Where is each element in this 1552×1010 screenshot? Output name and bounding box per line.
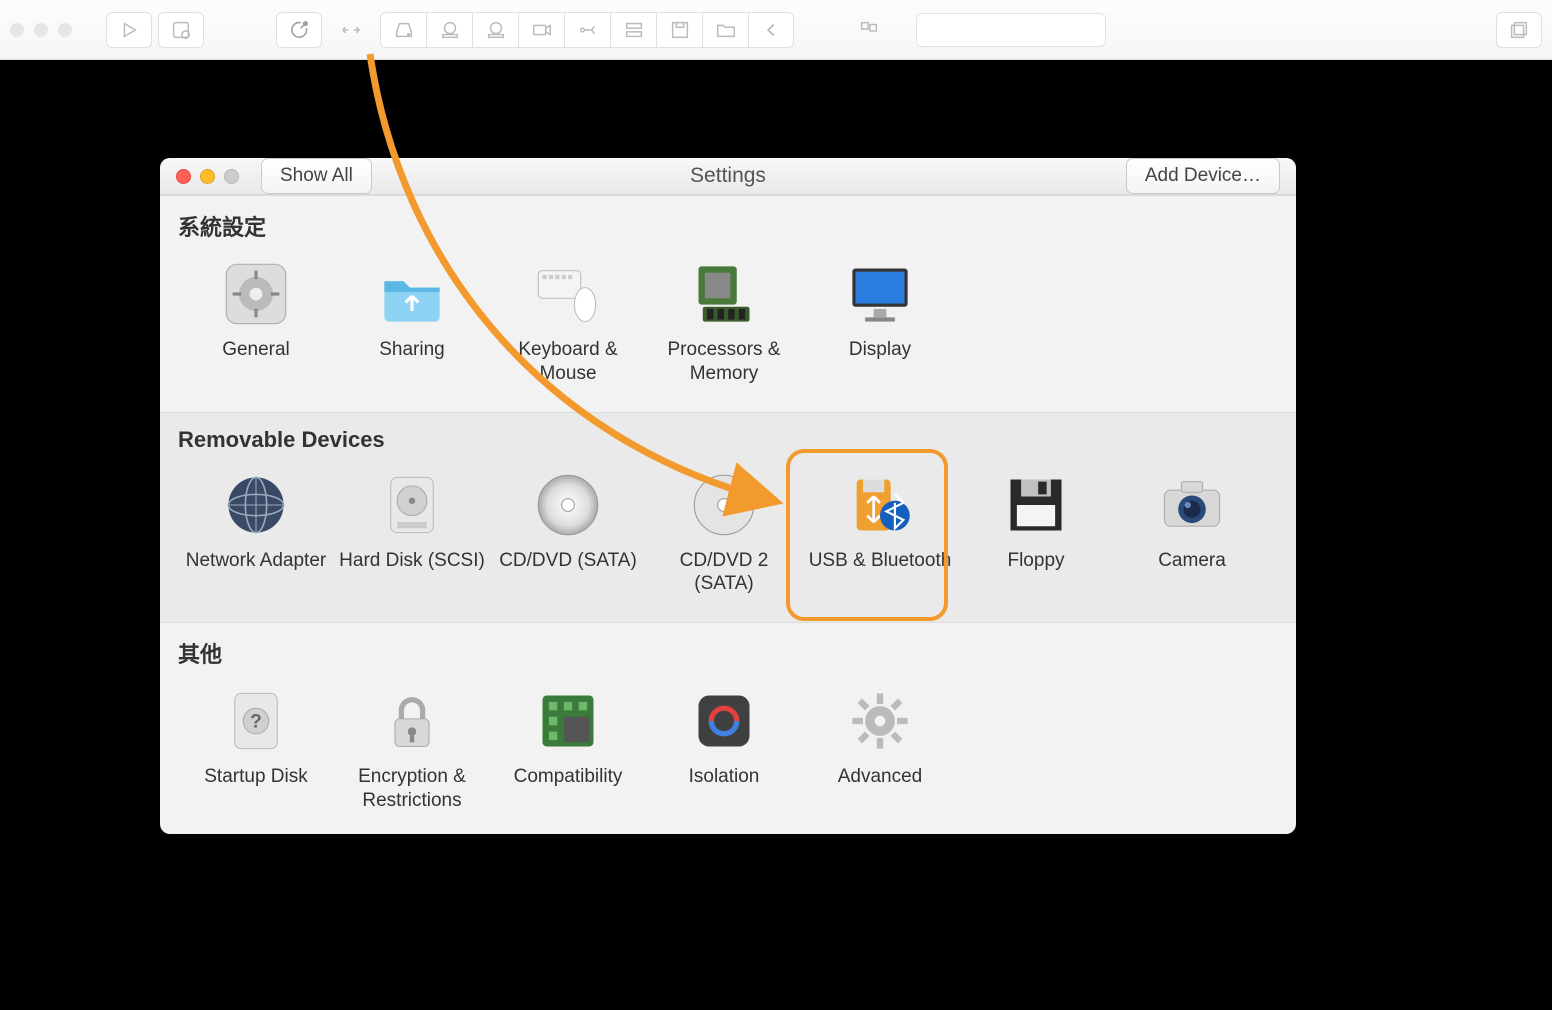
item-label: Startup Disk: [182, 765, 330, 789]
item-label: Display: [806, 338, 954, 362]
camera-icon[interactable]: [518, 12, 564, 48]
lock-icon: [376, 685, 448, 757]
server-icon[interactable]: [610, 12, 656, 48]
usb-icon[interactable]: [564, 12, 610, 48]
network-adapter-item[interactable]: Network Adapter: [178, 463, 334, 605]
folder-share-icon: [376, 258, 448, 330]
keyboard-mouse-icon: [532, 258, 604, 330]
item-label: General: [182, 338, 330, 362]
harddisk-icon: [376, 469, 448, 541]
compatibility-item[interactable]: Compatibility: [490, 679, 646, 821]
cpu-ram-icon: [688, 258, 760, 330]
window-control-dot: [34, 23, 48, 37]
floppy-item[interactable]: Floppy: [958, 463, 1114, 605]
disc-icon[interactable]: [472, 12, 518, 48]
snapshot-button[interactable]: [158, 12, 204, 48]
window-titlebar: Show All Settings Add Device…: [160, 158, 1296, 195]
windows-icon[interactable]: [846, 12, 892, 48]
gear-icon: [220, 258, 292, 330]
display-icon: [844, 258, 916, 330]
multiwindow-button[interactable]: [1496, 12, 1542, 48]
usb-bluetooth-icon: [844, 469, 916, 541]
gear-adv-icon: [844, 685, 916, 757]
cd-dvd-item[interactable]: CD/DVD (SATA): [490, 463, 646, 605]
sharing-item[interactable]: Sharing: [334, 252, 490, 394]
settings-window: Show All Settings Add Device… 系統設定 Gener…: [160, 158, 1296, 834]
cd-dvd-2-item[interactable]: CD/DVD 2 (SATA): [646, 463, 802, 605]
section-title: 其他: [178, 637, 1278, 669]
item-label: CD/DVD (SATA): [494, 549, 642, 573]
camera-icon: [1156, 469, 1228, 541]
isolation-item[interactable]: Isolation: [646, 679, 802, 821]
section-system: 系統設定 General Sharing Keyboard & Mouse Pr…: [160, 195, 1296, 412]
chevron-left-icon[interactable]: [748, 12, 794, 48]
item-label: Sharing: [338, 338, 486, 362]
network-icon: [220, 469, 292, 541]
camera-item[interactable]: Camera: [1114, 463, 1270, 605]
window-control-dot: [10, 23, 24, 37]
section-other: 其他 ? Startup Disk Encryption & Restricti…: [160, 622, 1296, 834]
startup-disk-item[interactable]: ? Startup Disk: [178, 679, 334, 821]
item-label: Network Adapter: [182, 549, 330, 573]
general-item[interactable]: General: [178, 252, 334, 394]
circuit-icon: [532, 685, 604, 757]
floppy-icon[interactable]: [656, 12, 702, 48]
processors-memory-item[interactable]: Processors & Memory: [646, 252, 802, 394]
section-title: Removable Devices: [178, 427, 1278, 453]
floppy-icon: [1000, 469, 1072, 541]
hard-disk-item[interactable]: Hard Disk (SCSI): [334, 463, 490, 605]
advanced-item[interactable]: Advanced: [802, 679, 958, 821]
disc-icon: [688, 469, 760, 541]
item-label: Floppy: [962, 549, 1110, 573]
search-input[interactable]: [916, 13, 1106, 47]
harddisk-icon[interactable]: [380, 12, 426, 48]
close-button[interactable]: [176, 169, 191, 184]
section-removable-devices: Removable Devices Network Adapter Hard D…: [160, 412, 1296, 623]
device-button-group: [380, 12, 794, 48]
add-device-button[interactable]: Add Device…: [1126, 158, 1280, 194]
zoom-button[interactable]: [224, 169, 239, 184]
item-label: Hard Disk (SCSI): [338, 549, 486, 573]
app-toolbar: [0, 0, 1552, 60]
encryption-restrictions-item[interactable]: Encryption & Restrictions: [334, 679, 490, 821]
usb-bluetooth-item[interactable]: USB & Bluetooth: [802, 463, 958, 605]
disc-icon[interactable]: [426, 12, 472, 48]
item-label: Encryption & Restrictions: [338, 765, 486, 813]
display-item[interactable]: Display: [802, 252, 958, 394]
window-control-dot: [58, 23, 72, 37]
item-label: Keyboard & Mouse: [494, 338, 642, 386]
section-title: 系統設定: [178, 210, 1278, 242]
item-label: Compatibility: [494, 765, 642, 789]
item-label: CD/DVD 2 (SATA): [650, 549, 798, 597]
svg-text:?: ?: [250, 711, 262, 732]
isolation-icon: [688, 685, 760, 757]
play-button[interactable]: [106, 12, 152, 48]
show-all-button[interactable]: Show All: [261, 158, 372, 194]
item-label: Camera: [1118, 549, 1266, 573]
settings-button[interactable]: [276, 12, 322, 48]
minimize-button[interactable]: [200, 169, 215, 184]
item-label: Isolation: [650, 765, 798, 789]
disc-icon: [532, 469, 604, 541]
startup-disk-icon: ?: [220, 685, 292, 757]
traffic-lights: [176, 169, 239, 184]
shared-folder-icon[interactable]: [702, 12, 748, 48]
desktop-area: Show All Settings Add Device… 系統設定 Gener…: [0, 60, 1552, 1010]
item-label: Advanced: [806, 765, 954, 789]
item-label: Processors & Memory: [650, 338, 798, 386]
item-label: USB & Bluetooth: [806, 549, 954, 573]
expand-arrows-button[interactable]: [328, 12, 374, 48]
keyboard-mouse-item[interactable]: Keyboard & Mouse: [490, 252, 646, 394]
